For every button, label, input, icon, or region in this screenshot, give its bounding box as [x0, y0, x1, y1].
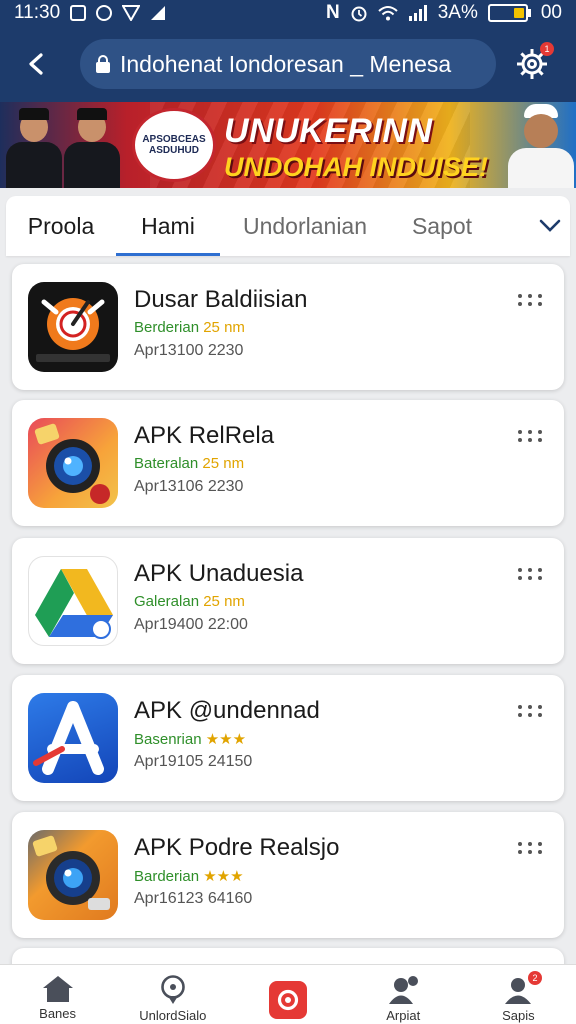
url-text: Indohenat Iondoresan _ Menesa [120, 50, 452, 77]
category-tabs: Proola Hami Undorlanian Sapot [6, 196, 570, 256]
signal-icon [151, 6, 166, 20]
app-card[interactable]: APK Unaduesia Galeralan 25 nm Apr19400 2… [12, 538, 564, 664]
nav-sapis[interactable]: 2 Sapis [461, 965, 576, 1024]
back-button[interactable] [14, 41, 60, 87]
battery-icon [487, 4, 531, 22]
app-title: APK @undennad [134, 697, 320, 724]
app-meta: Apr19400 22:00 [134, 616, 248, 633]
image-icon [70, 5, 87, 21]
alarm-clock-icon [28, 282, 118, 372]
rating-stars: ★★★ [205, 731, 247, 748]
banner-person-left [6, 108, 62, 188]
status-right-text: 00 [540, 2, 562, 23]
nav-center-action[interactable] [230, 965, 345, 1024]
tabs-expand-button[interactable] [530, 196, 570, 256]
location-pin-icon [160, 975, 185, 1004]
tab-proola[interactable]: Proola [6, 196, 116, 256]
app-card[interactable]: APK @undennad Basenrian ★★★ Apr19105 241… [12, 675, 564, 801]
more-options-button[interactable] [512, 290, 548, 310]
app-subtitle: Berderian 25 nm [134, 319, 245, 336]
camera-icon [28, 418, 118, 508]
notification-badge: 1 [540, 42, 554, 56]
nav-arpiat[interactable]: Arpiat [346, 965, 461, 1024]
app-subtitle: Barderian ★★★ [134, 868, 244, 885]
app-meta: Apr13106 2230 [134, 478, 244, 495]
tab-hami[interactable]: Hami [116, 196, 220, 256]
app-card[interactable]: Dusar Baldiisian Berderian 25 nm Apr1310… [12, 264, 564, 390]
app-subtitle: Basenrian ★★★ [134, 731, 247, 748]
camera-icon [28, 830, 118, 920]
more-options-button[interactable] [512, 426, 548, 446]
status-time: 11:30 [14, 2, 61, 23]
battery-percent: 3A% [437, 2, 478, 23]
tab-undorlanian[interactable]: Undorlanian [220, 196, 390, 256]
nav-label: Sapis [502, 1008, 535, 1023]
wifi-icon [378, 6, 398, 21]
bottom-nav: Banes UnlordSialo Arpiat 2 Sapis [0, 964, 576, 1024]
nav-label: Arpiat [386, 1008, 421, 1023]
profile-lock-icon [389, 976, 419, 1004]
rating-stars: ★★★ [203, 868, 244, 885]
settings-button[interactable]: 1 [512, 42, 554, 84]
banner-subline: UNDOHAH INDUISE! [224, 152, 489, 182]
app-store-icon [28, 693, 118, 783]
nfc-icon: N [325, 2, 340, 23]
tab-sapot[interactable]: Sapot [390, 196, 494, 256]
status-bar: 11:30 N 3A% 00 [0, 0, 576, 26]
back-arrow-icon [29, 53, 43, 75]
nav-label: Banes [39, 1006, 77, 1021]
vpn-icon [122, 5, 141, 21]
app-meta: Apr19105 24150 [134, 753, 253, 770]
record-icon [269, 981, 307, 1019]
banner-headline: UNUKERINN [224, 112, 433, 150]
nav-unlordsialo[interactable]: UnlordSialo [115, 965, 230, 1024]
app-subtitle: Galeralan 25 nm [134, 593, 245, 610]
banner-seal: APSOBCEAS ASDUHUD [132, 108, 216, 182]
promo-banner[interactable]: APSOBCEAS ASDUHUD UNUKERINN UNDOHAH INDU… [0, 102, 576, 188]
app-title: APK RelRela [134, 422, 275, 449]
app-title: APK Podre Realsjo [134, 834, 340, 861]
cell-signal-icon [408, 5, 427, 21]
location-icon [96, 5, 113, 21]
alarm-icon [351, 6, 367, 22]
app-card[interactable]: APK Podre Realsjo Barderian ★★★ Apr16123… [12, 812, 564, 938]
app-meta: Apr13100 2230 [134, 342, 244, 359]
banner-person-center [64, 108, 120, 188]
drive-icon [28, 556, 118, 646]
banner-person-right [506, 102, 576, 188]
app-card[interactable]: APK RelRela Bateralan 25 nm Apr13106 223… [12, 400, 564, 526]
url-bar[interactable]: Indohenat Iondoresan _ Menesa [80, 39, 496, 89]
app-meta: Apr16123 64160 [134, 890, 253, 907]
nav-label: UnlordSialo [139, 1008, 207, 1023]
chevron-down-icon [539, 219, 561, 232]
nav-badge: 2 [528, 971, 543, 985]
nav-banes[interactable]: Banes [0, 965, 115, 1024]
app-title: Dusar Baldiisian [134, 286, 308, 313]
lock-icon [96, 55, 110, 73]
app-title: APK Unaduesia [134, 560, 304, 587]
more-options-button[interactable] [512, 838, 548, 858]
home-icon [42, 976, 73, 1002]
more-options-button[interactable] [512, 701, 548, 721]
app-bar: Indohenat Iondoresan _ Menesa 1 [0, 26, 576, 102]
app-subtitle: Bateralan 25 nm [134, 455, 245, 472]
more-options-button[interactable] [512, 564, 548, 584]
